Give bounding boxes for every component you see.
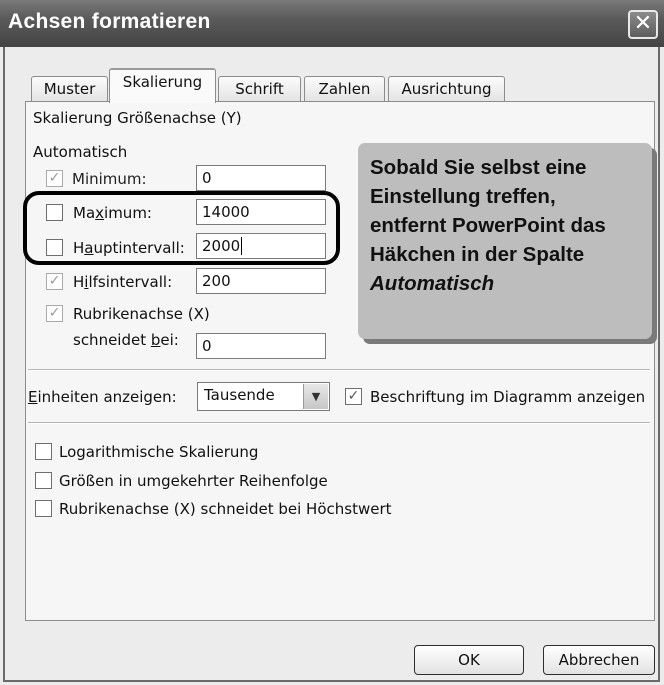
tab-skalierung[interactable]: Skalierung — [109, 68, 216, 103]
callout-emphasis: Automatisch — [370, 272, 495, 295]
tab-zahlen[interactable]: Zahlen — [304, 76, 385, 102]
checkmark-icon: ✓ — [48, 170, 61, 186]
callout-line: Sobald Sie selbst eine — [370, 156, 587, 179]
cancel-button[interactable]: Abbrechen — [543, 645, 655, 675]
logarithmic-scale-checkbox[interactable] — [35, 443, 52, 460]
ok-button[interactable]: OK — [414, 645, 524, 675]
close-icon: ✕ — [633, 11, 653, 36]
section-title: Skalierung Größenachse (Y) — [33, 109, 242, 127]
crosses-at-auto-checkbox[interactable]: ✓ — [46, 305, 63, 322]
show-units-label-text: Beschriftung im Diagramm anzeigen — [370, 388, 646, 406]
minor-unit-auto-checkbox[interactable]: ✓ — [46, 273, 63, 290]
highlight-outline — [23, 191, 340, 265]
callout-line: Einstellung treffen, — [370, 185, 556, 208]
separator — [28, 369, 650, 371]
callout-line: entfernt PowerPoint das — [370, 214, 606, 237]
crosses-at-label-line1: Rubrikenachse (X) — [73, 305, 210, 323]
tab-muster[interactable]: Muster — [31, 76, 108, 102]
reverse-order-checkbox[interactable] — [35, 472, 52, 489]
callout-line: Häkchen in der Spalte — [370, 243, 585, 266]
show-units-label-checkbox[interactable]: ✓ — [345, 388, 362, 405]
checkmark-icon: ✓ — [48, 305, 61, 321]
minimum-auto-checkbox[interactable]: ✓ — [46, 170, 63, 187]
checkmark-icon: ✓ — [347, 388, 360, 404]
crosses-at-label-line2: schneidet bei: — [73, 331, 179, 349]
checkmark-icon: ✓ — [48, 273, 61, 289]
title-bar[interactable]: Achsen formatieren ✕ — [0, 0, 664, 47]
chevron-down-icon[interactable]: ▼ — [303, 384, 328, 409]
minimum-input[interactable]: 0 — [196, 165, 326, 191]
crosses-at-max-label: Rubrikenachse (X) schneidet bei Höchstwe… — [59, 500, 392, 518]
logarithmic-scale-label: Logarithmische Skalierung — [59, 443, 259, 461]
crosses-at-max-checkbox[interactable] — [35, 500, 52, 517]
minimum-label: Minimum: — [72, 170, 147, 188]
close-button[interactable]: ✕ — [628, 10, 658, 39]
format-axis-dialog: Achsen formatieren ✕ Muster Skalierung S… — [0, 0, 664, 685]
separator — [28, 422, 650, 424]
automatic-column-header: Automatisch — [33, 143, 128, 161]
tab-ausrichtung[interactable]: Ausrichtung — [388, 76, 505, 102]
crosses-at-input[interactable]: 0 — [196, 333, 326, 359]
callout-text: Sobald Sie selbst eine Einstellung treff… — [370, 153, 650, 298]
window-title: Achsen formatieren — [8, 10, 211, 33]
minor-unit-label: Hilfsintervall: — [73, 273, 173, 291]
minor-unit-input[interactable]: 200 — [196, 268, 326, 294]
annotation-callout: Sobald Sie selbst eine Einstellung treff… — [358, 143, 652, 339]
units-selected: Tausende — [204, 386, 275, 404]
reverse-order-label: Größen in umgekehrter Reihenfolge — [59, 472, 328, 490]
tab-schrift[interactable]: Schrift — [218, 76, 301, 102]
units-label: Einheiten anzeigen: — [28, 388, 177, 406]
units-dropdown[interactable]: Tausende ▼ — [197, 382, 330, 411]
